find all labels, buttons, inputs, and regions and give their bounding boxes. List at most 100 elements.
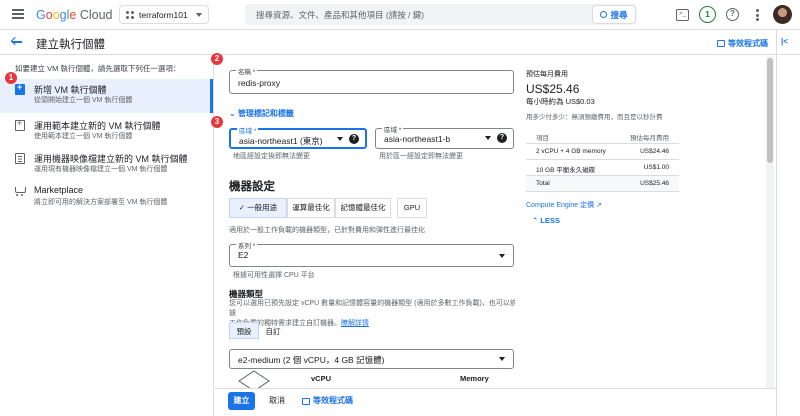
- search-button-label: 搜尋: [610, 9, 628, 20]
- logo-google: Google: [36, 8, 77, 22]
- cloud-shell-icon[interactable]: >_: [676, 9, 689, 21]
- option-new-vm[interactable]: 新增 VM 執行個體 從頭開始建立一個 VM 執行個體: [0, 79, 213, 113]
- page-header: 建立執行個體 等效程式碼: [0, 30, 800, 55]
- avatar[interactable]: [773, 5, 792, 24]
- row-item: 10 GB 平衡永久磁碟: [536, 167, 596, 174]
- less-toggle[interactable]: ⌃ LESS: [532, 216, 560, 225]
- code-icon: [302, 397, 310, 405]
- name-value: redis-proxy: [238, 78, 281, 88]
- help-icon[interactable]: ?: [726, 8, 739, 21]
- manage-tags-label: 管理標記和標籤: [237, 109, 294, 118]
- form-scrollbar[interactable]: [766, 56, 774, 388]
- tab-general-purpose[interactable]: ✓ 一般用途: [229, 198, 287, 218]
- pricing-total: US$25.46: [526, 82, 580, 96]
- equivalent-code-button[interactable]: 等效程式碼: [302, 392, 353, 410]
- zone-value: asia-northeast1-b: [384, 134, 451, 144]
- row-cost: US$1.00: [643, 164, 669, 171]
- create-options-panel: 如要建立 VM 執行個體，請先選取下列任一選項： 新增 VM 執行個體 從頭開始…: [0, 56, 214, 416]
- top-app-bar: Google Cloud terraform101 搜尋資源、文件、產品和其他項…: [0, 0, 800, 30]
- search-icon: [600, 11, 608, 18]
- machine-type-desc-line1: 您可以選用已預先設定 vCPU 數量和記憶體容量的機器類型 (適用於多數工作負載…: [229, 300, 515, 317]
- callout-1: 1: [5, 72, 17, 84]
- pricing-link[interactable]: Compute Engine 定價 ↗: [526, 200, 602, 210]
- equivalent-code-link[interactable]: 等效程式碼: [717, 38, 768, 49]
- less-label: LESS: [540, 216, 560, 225]
- tab-memory-optimized[interactable]: 記憶體最佳化: [335, 198, 391, 218]
- pricing-table-header: 項目 預估每月費用: [526, 128, 679, 144]
- table-row-total: Total US$25.46: [526, 176, 679, 192]
- row-cost: US$25.46: [640, 180, 669, 187]
- page-title: 建立執行個體: [36, 39, 105, 51]
- panel-divider: [776, 30, 777, 416]
- check-icon: ✓: [238, 203, 246, 212]
- code-icon: [717, 40, 725, 47]
- chevron-down-icon: ⌄: [229, 109, 238, 118]
- template-icon: [15, 118, 25, 131]
- project-dots-icon: [126, 10, 134, 19]
- dropdown-arrow-icon: [485, 136, 491, 140]
- preset-tab[interactable]: 預設: [229, 322, 259, 339]
- pricing-col-item: 項目: [536, 135, 549, 142]
- equivalent-code-label: 等效程式碼: [728, 39, 768, 48]
- machine-type-value: e2-medium (2 個 vCPU，4 GB 記憶體): [238, 355, 385, 365]
- col-vcpu: vCPU: [311, 374, 332, 383]
- option-title: Marketplace: [34, 185, 84, 195]
- row-item: Total: [536, 180, 550, 187]
- help-icon[interactable]: ?: [349, 134, 359, 144]
- chevron-down-icon: [196, 13, 202, 17]
- option-desc: 使用範本建立一個 VM 執行個體: [34, 133, 133, 140]
- table-row: 10 GB 平衡永久磁碟 US$1.00: [526, 160, 679, 176]
- option-from-machine-image[interactable]: 運用機器映像檔建立新的 VM 執行個體 運用現有機器映像檔建立一個 VM 執行個…: [0, 148, 213, 182]
- series-helper: 根據可用性選擇 CPU 平台: [233, 272, 315, 279]
- series-value: E2: [238, 250, 249, 260]
- name-label: 名稱 *: [236, 66, 258, 76]
- pricing-link-label: Compute Engine 定價: [526, 202, 595, 209]
- dropdown-arrow-icon: [499, 254, 505, 258]
- region-value: asia-northeast1 (東京): [239, 136, 323, 146]
- cancel-button[interactable]: 取消: [269, 392, 285, 410]
- region-label: 區域 *: [237, 125, 259, 135]
- machine-config-title: 機器設定: [229, 181, 275, 193]
- help-icon[interactable]: ?: [497, 133, 507, 143]
- marketplace-icon: [15, 186, 26, 197]
- region-helper: 地區經設定後即無法變更: [233, 153, 310, 160]
- notification-badge[interactable]: 1: [699, 6, 716, 23]
- search-button[interactable]: 搜尋: [592, 5, 636, 24]
- series-label: 系列 *: [236, 240, 258, 250]
- collapse-panel-icon[interactable]: |<: [781, 37, 788, 46]
- custom-tab[interactable]: 自訂: [259, 322, 287, 339]
- dropdown-arrow-icon: [337, 137, 343, 141]
- menu-icon[interactable]: [12, 9, 24, 19]
- back-arrow-icon[interactable]: [11, 37, 23, 47]
- series-select[interactable]: 系列 * E2: [229, 240, 514, 267]
- search-input[interactable]: 搜尋資源、文件、產品和其他項目 (請按 / 鍵): [245, 4, 637, 25]
- tab-gpu[interactable]: GPU: [397, 198, 427, 218]
- open-in-new-icon: ↗: [596, 202, 602, 209]
- machine-family-desc: 適用於一般工作負載的機器類型，已針對費用和彈性進行最佳化: [229, 227, 425, 234]
- learn-more-link[interactable]: 瞭解詳情: [341, 320, 369, 327]
- table-row: 2 vCPU + 4 GB memory US$24.46: [526, 144, 679, 160]
- zone-label: 區域 *: [382, 124, 404, 134]
- row-cost: US$24.46: [640, 148, 669, 155]
- option-desc: 從頭開始建立一個 VM 執行個體: [34, 97, 133, 104]
- option-from-template[interactable]: 運用範本建立新的 VM 執行個體 使用範本建立一個 VM 執行個體: [0, 115, 213, 149]
- name-field[interactable]: 名稱 * redis-proxy: [229, 66, 514, 94]
- zone-helper: 用於區一經設定即無法變更: [379, 153, 463, 160]
- tab-compute-optimized[interactable]: 運算最佳化: [287, 198, 335, 218]
- option-marketplace[interactable]: Marketplace 將立即可用的解決方案部署至 VM 執行個體: [0, 181, 213, 215]
- create-button[interactable]: 建立: [228, 392, 255, 410]
- region-select[interactable]: 區域 * asia-northeast1 (東京) ?: [229, 125, 367, 149]
- dropdown-arrow-icon: [499, 357, 505, 361]
- option-desc: 將立即可用的解決方案部署至 VM 執行個體: [34, 199, 168, 206]
- machine-type-select[interactable]: e2-medium (2 個 vCPU，4 GB 記憶體): [229, 349, 514, 369]
- zone-select[interactable]: 區域 * asia-northeast1-b ?: [375, 124, 514, 149]
- project-picker[interactable]: terraform101: [119, 5, 209, 24]
- more-vert-icon[interactable]: [756, 9, 759, 26]
- option-desc: 運用現有機器映像檔建立一個 VM 執行個體: [34, 166, 168, 173]
- google-cloud-logo[interactable]: Google Cloud: [36, 8, 112, 22]
- manage-tags-toggle[interactable]: ⌄ 管理標記和標籤: [229, 108, 294, 119]
- pricing-note: 用多少付多少：無須預繳費用，而且是以秒計費: [526, 114, 663, 121]
- scrollbar-thumb[interactable]: [767, 58, 773, 163]
- col-memory: Memory: [460, 374, 489, 383]
- pricing-col-cost: 預估每月費用: [630, 135, 669, 142]
